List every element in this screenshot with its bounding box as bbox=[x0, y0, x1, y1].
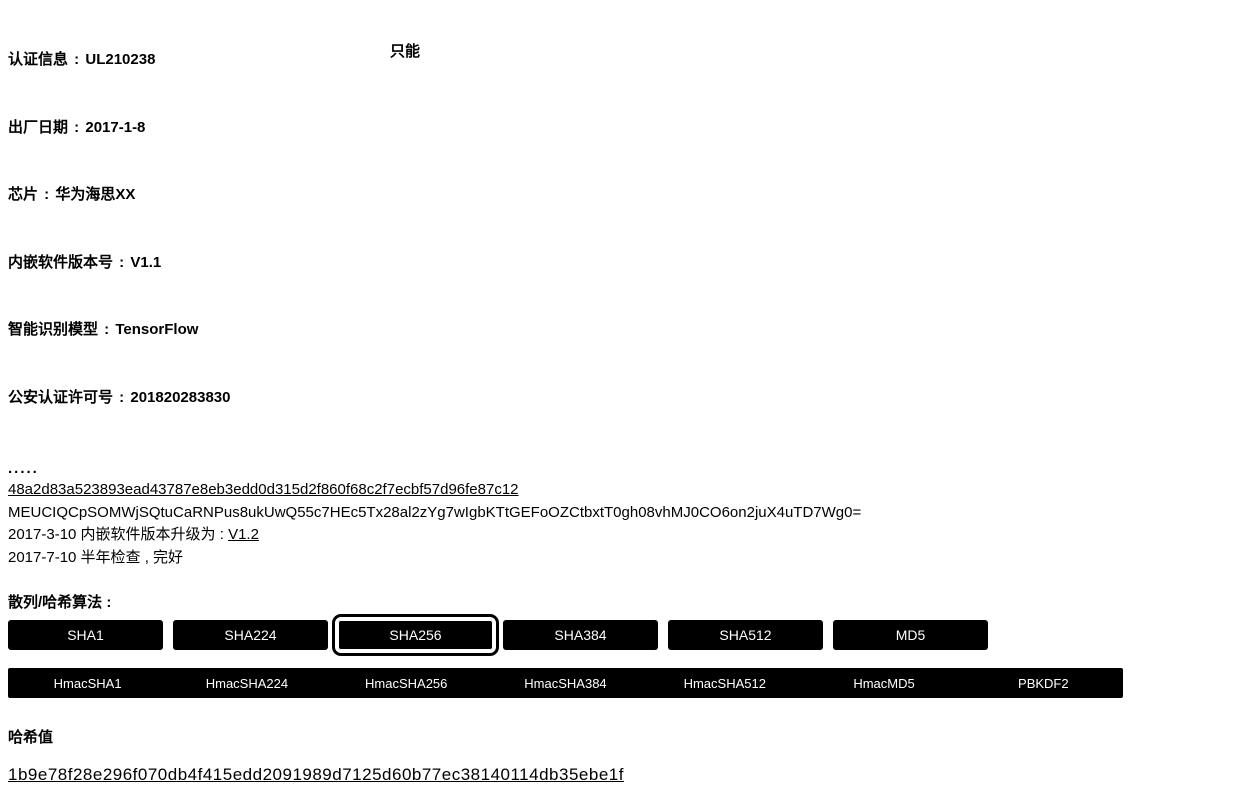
hash-algo-row-2: HmacSHA1 HmacSHA224 HmacSHA256 HmacSHA38… bbox=[8, 668, 1123, 698]
info-value: UL210238 bbox=[85, 49, 155, 72]
hash-algo-section-label: 散列/哈希算法 : bbox=[8, 591, 1232, 612]
algo-button-hmacmd5[interactable]: HmacMD5 bbox=[804, 676, 963, 691]
log-entry: 2017-3-10 内嵌软件版本升级为 : V1.2 bbox=[8, 524, 1232, 547]
info-value: 201820283830 bbox=[130, 387, 230, 410]
info-label: 出厂日期 bbox=[8, 117, 68, 140]
log-entry-prefix: 2017-3-10 内嵌软件版本升级为 : bbox=[8, 526, 228, 543]
algo-button-hmacsha512[interactable]: HmacSHA512 bbox=[645, 676, 804, 691]
algo-button-pbkdf2[interactable]: PBKDF2 bbox=[964, 676, 1123, 691]
info-label: 内嵌软件版本号 bbox=[8, 252, 113, 275]
hash-algo-row-1: SHA1 SHA224 SHA256 SHA384 SHA512 MD5 bbox=[8, 620, 1232, 650]
separator-dots: ..... bbox=[8, 460, 1232, 477]
hash-result-value: 1b9e78f28e296f070db4f415edd2091989d7125d… bbox=[8, 765, 1232, 785]
algo-button-sha512[interactable]: SHA512 bbox=[668, 620, 823, 650]
info-label: 智能识别模型 bbox=[8, 319, 98, 342]
algo-button-sha384[interactable]: SHA384 bbox=[503, 620, 658, 650]
side-note: 只能 bbox=[390, 40, 420, 61]
info-row: 认证信息 : UL210238 bbox=[8, 49, 1232, 72]
info-value: TensorFlow bbox=[115, 319, 198, 342]
info-value: 2017-1-8 bbox=[85, 117, 145, 140]
info-value: V1.1 bbox=[130, 252, 161, 275]
algo-button-sha256[interactable]: SHA256 bbox=[338, 620, 493, 650]
info-row: 芯片 : 华为海思XX bbox=[8, 184, 1232, 207]
algo-button-hmacsha224[interactable]: HmacSHA224 bbox=[167, 676, 326, 691]
info-row: 智能识别模型 : TensorFlow bbox=[8, 319, 1232, 342]
info-row: 内嵌软件版本号 : V1.1 bbox=[8, 252, 1232, 275]
info-label: 芯片 bbox=[8, 184, 38, 207]
info-row: 出厂日期 : 2017-1-8 bbox=[8, 117, 1232, 140]
log-block: 48a2d83a523893ead43787e8eb3edd0d315d2f86… bbox=[8, 479, 1232, 569]
log-entry-value: V1.2 bbox=[228, 526, 259, 543]
algo-button-sha224[interactable]: SHA224 bbox=[173, 620, 328, 650]
algo-button-md5[interactable]: MD5 bbox=[833, 620, 988, 650]
hash-result-label: 哈希值 bbox=[8, 726, 1232, 747]
info-label: 公安认证许可号 bbox=[8, 387, 113, 410]
info-row: 公安认证许可号 : 201820283830 bbox=[8, 387, 1232, 410]
log-signature-line: MEUCIQCpSOMWjSQtuCaRNPus8ukUwQ55c7HEc5Tx… bbox=[8, 502, 1232, 525]
device-info-block: 认证信息 : UL210238 出厂日期 : 2017-1-8 芯片 : 华为海… bbox=[8, 4, 1232, 454]
algo-button-hmacsha1[interactable]: HmacSHA1 bbox=[8, 676, 167, 691]
info-value: 华为海思XX bbox=[55, 184, 135, 207]
algo-button-hmacsha384[interactable]: HmacSHA384 bbox=[486, 676, 645, 691]
algo-button-sha1[interactable]: SHA1 bbox=[8, 620, 163, 650]
algo-button-hmacsha256[interactable]: HmacSHA256 bbox=[327, 676, 486, 691]
log-hash-line: 48a2d83a523893ead43787e8eb3edd0d315d2f86… bbox=[8, 479, 1232, 502]
log-entry: 2017-7-10 半年检查 , 完好 bbox=[8, 547, 1232, 570]
info-label: 认证信息 bbox=[8, 49, 68, 72]
